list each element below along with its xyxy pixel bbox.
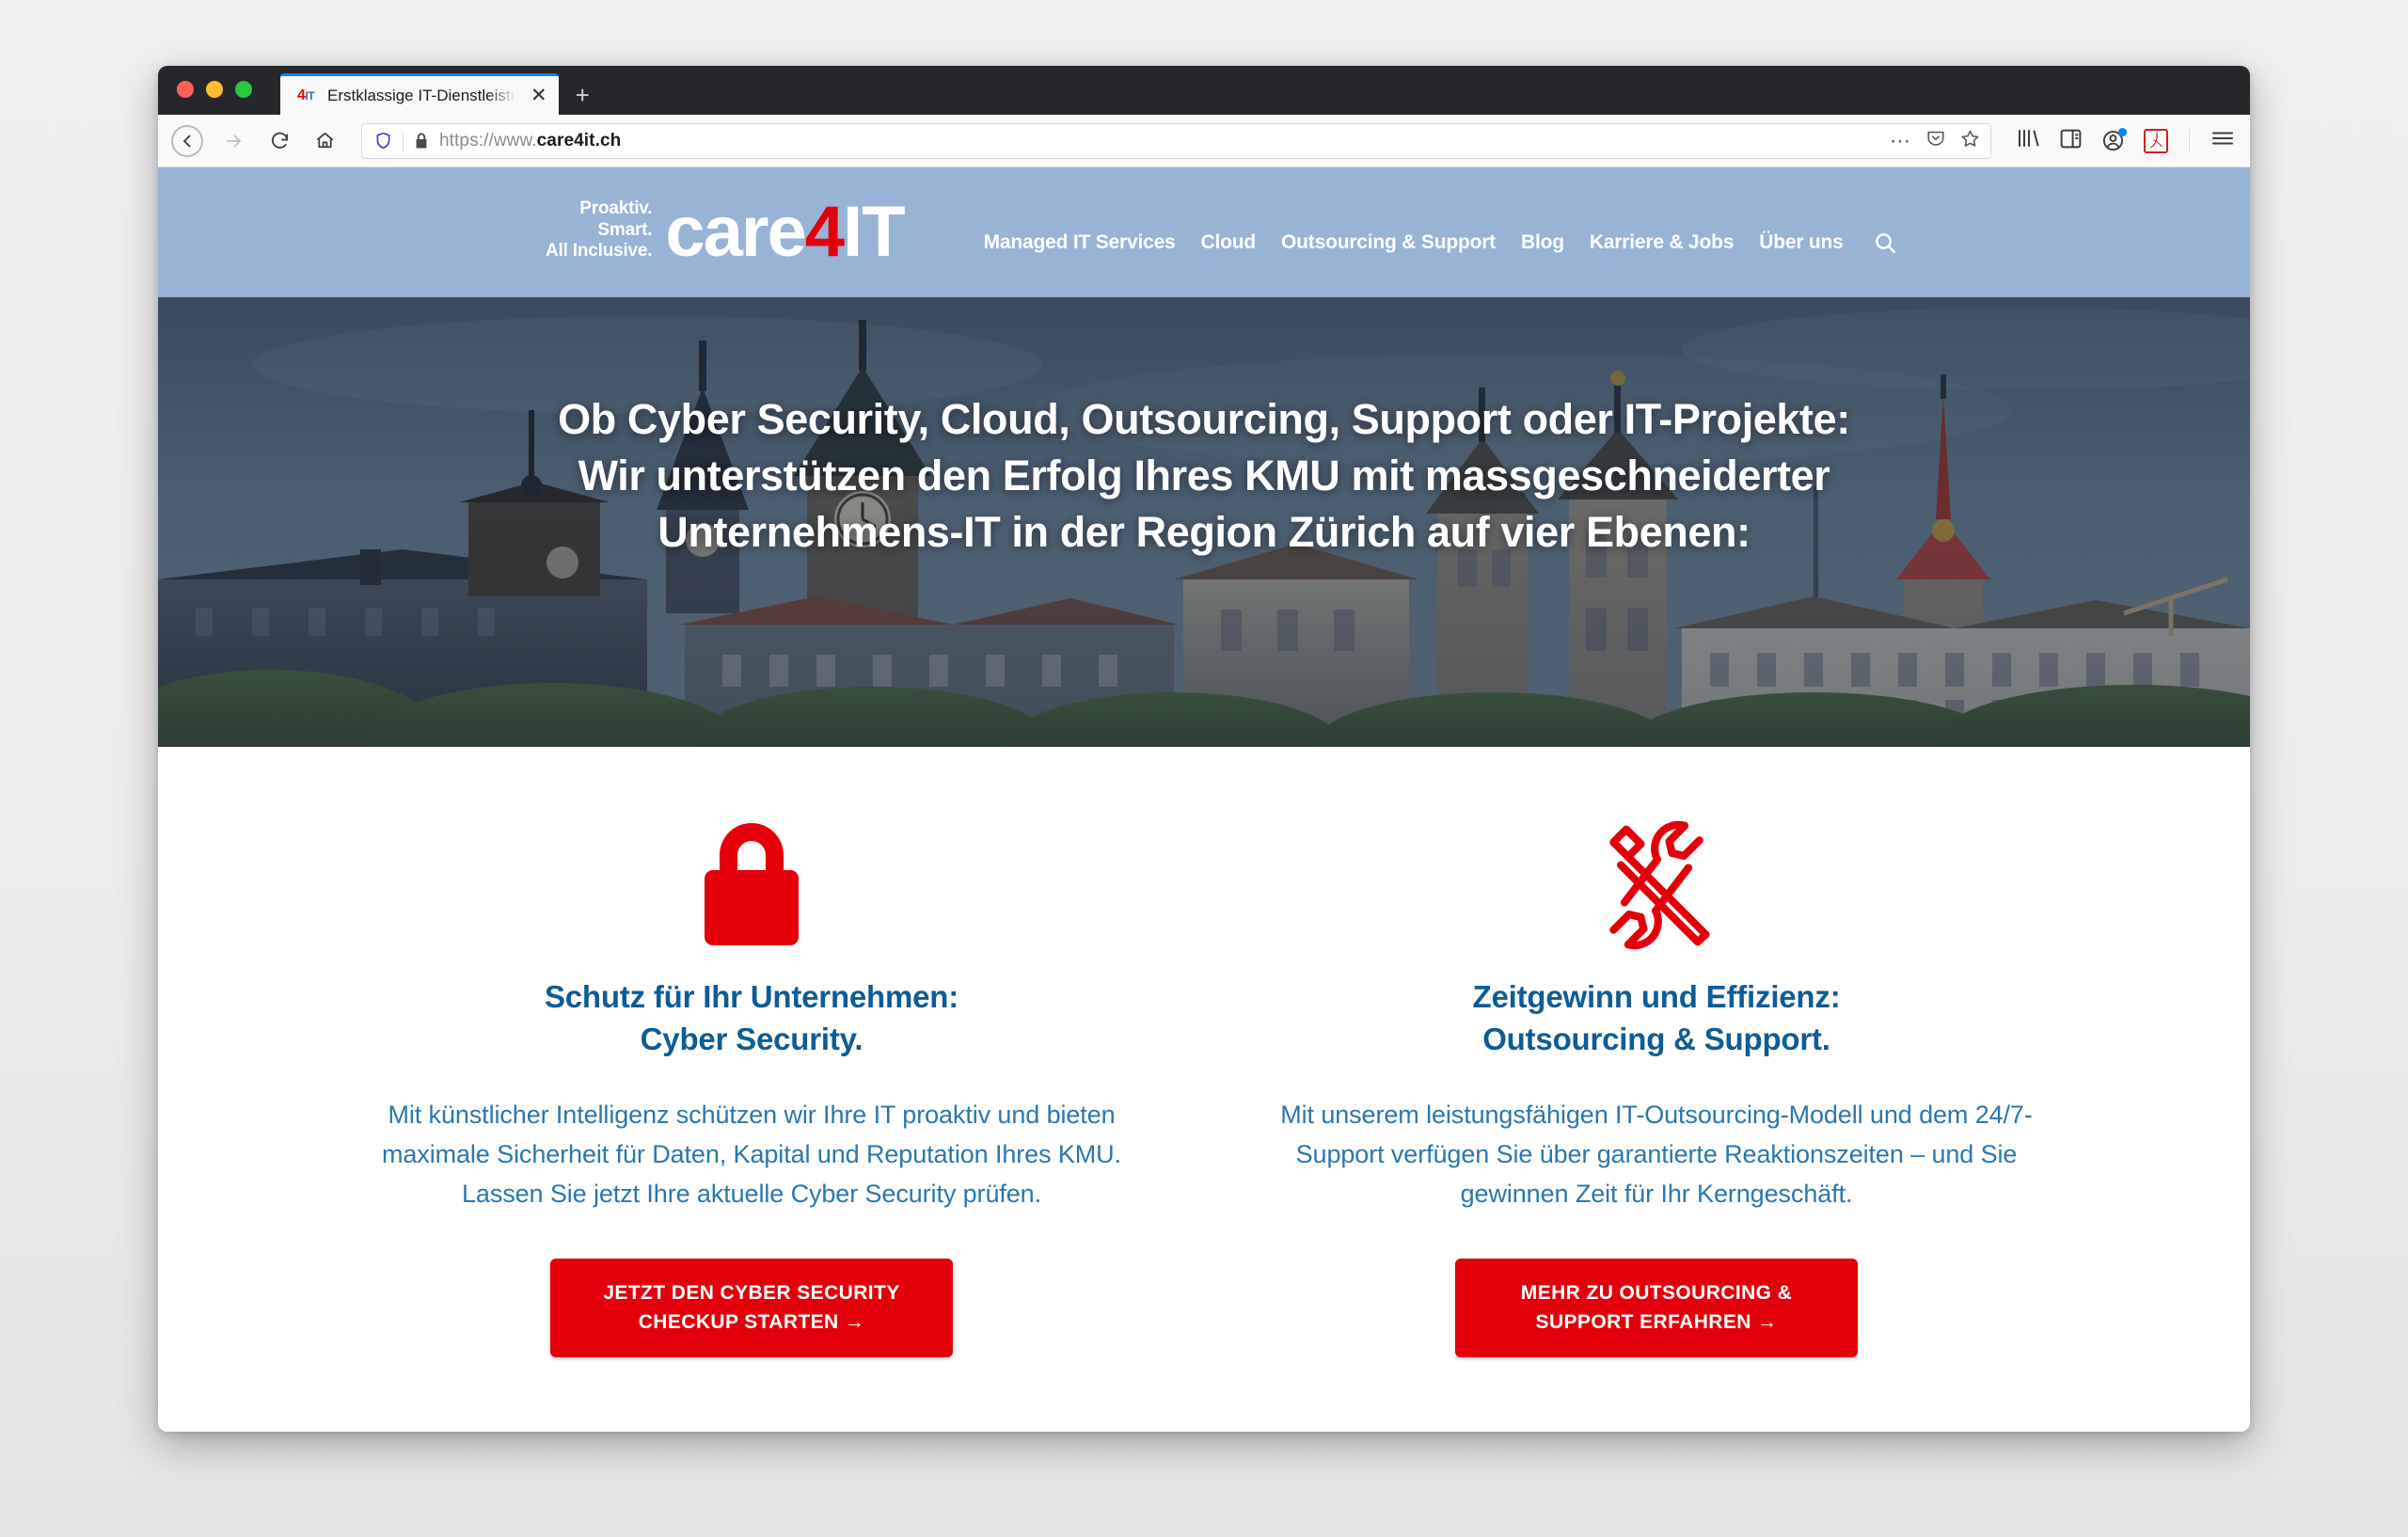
card-title-line-1: Zeitgewinn und Effizienz:	[1472, 979, 1841, 1014]
card-body-text: Mit künstlicher Intelligenz schützen wir…	[382, 1100, 1121, 1208]
tab-strip: 4IT Erstklassige IT-Dienstleistungen ✕ +	[158, 66, 2250, 115]
window-traffic-lights	[177, 66, 252, 115]
main-navigation: Managed IT Services Cloud Outsourcing & …	[984, 210, 1898, 256]
nav-item-blog[interactable]: Blog	[1521, 231, 1564, 254]
browser-window: 4IT Erstklassige IT-Dienstleistungen ✕ +	[158, 66, 2250, 1432]
library-icon[interactable]	[2016, 127, 2040, 154]
logo-word-care: care	[665, 191, 806, 272]
tagline-line-3: All Inclusive.	[546, 241, 653, 261]
logo-suffix-it: IT	[843, 191, 906, 272]
nav-item-ueber-uns[interactable]: Über uns	[1759, 231, 1844, 254]
url-divider	[403, 130, 404, 151]
site-logo[interactable]: Proaktiv. Smart. All Inclusive. care 4 IT	[546, 191, 906, 272]
logo-tagline: Proaktiv. Smart. All Inclusive.	[546, 198, 653, 265]
url-bar[interactable]: https://www.care4it.ch ⋯	[361, 122, 1991, 159]
connection-lock-icon[interactable]	[413, 132, 430, 151]
favicon-it: IT	[305, 88, 315, 103]
tab-title: Erstklassige IT-Dienstleistungen	[327, 86, 515, 104]
card-title-line-1: Schutz für Ihr Unternehmen:	[544, 979, 959, 1014]
sidebar-icon[interactable]	[2059, 128, 2083, 154]
url-scheme: https://www.	[439, 130, 537, 151]
nav-item-outsourcing-support[interactable]: Outsourcing & Support	[1281, 231, 1496, 254]
cta-line-2: CHECKUP STARTEN →	[638, 1310, 865, 1333]
back-arrow-icon[interactable]	[171, 124, 203, 157]
close-tab-icon[interactable]: ✕	[525, 86, 547, 105]
toolbar-divider	[2189, 128, 2190, 153]
hero-headline-line-3: Unternehmens-IT in der Region Zürich auf…	[657, 507, 1751, 556]
home-icon[interactable]	[305, 121, 344, 161]
reload-icon[interactable]	[260, 121, 299, 161]
cta-line-1: JETZT DEN CYBER SECURITY	[603, 1282, 900, 1305]
site-favicon-icon: 4 IT	[293, 87, 318, 105]
url-text: https://www.care4it.ch	[439, 131, 621, 151]
cta-line-2: SUPPORT ERFAHREN →	[1535, 1310, 1778, 1333]
nav-item-karriere-jobs[interactable]: Karriere & Jobs	[1590, 231, 1735, 254]
tagline-line-1: Proaktiv.	[579, 198, 653, 219]
account-icon[interactable]	[2101, 128, 2127, 152]
tracking-protection-shield-icon[interactable]	[373, 131, 393, 151]
feature-card-cyber-security: Schutz für Ihr Unternehmen: Cyber Securi…	[299, 815, 1204, 1357]
nav-item-managed-it-services[interactable]: Managed IT Services	[984, 231, 1176, 254]
hero-headline: Ob Cyber Security, Cloud, Outsourcing, S…	[158, 391, 2250, 561]
hamburger-menu-icon[interactable]	[2210, 128, 2235, 153]
star-icon[interactable]	[1959, 128, 1981, 154]
close-window-button[interactable]	[177, 81, 194, 98]
feature-card-outsourcing-support: Zeitgewinn und Effizienz: Outsourcing & …	[1204, 815, 2109, 1357]
card-title-line-2: Cyber Security.	[640, 1021, 863, 1056]
pocket-icon[interactable]	[1925, 128, 1946, 153]
search-icon[interactable]	[1873, 230, 1898, 256]
new-tab-button[interactable]: +	[576, 83, 590, 107]
page-viewport: Proaktiv. Smart. All Inclusive. care 4 IT …	[158, 167, 2250, 1432]
feature-cards-section: Schutz für Ihr Unternehmen: Cyber Securi…	[158, 747, 2250, 1357]
padlock-icon	[354, 815, 1149, 956]
hero-headline-line-2: Wir unterstützen den Erfolg Ihres KMU mi…	[578, 451, 1830, 499]
logo-wordmark: care 4 IT	[665, 191, 906, 272]
tools-icon	[1259, 815, 2054, 956]
maximize-window-button[interactable]	[235, 81, 252, 98]
cyber-security-checkup-button[interactable]: JETZT DEN CYBER SECURITY CHECKUP STARTEN…	[550, 1259, 953, 1357]
minimize-window-button[interactable]	[206, 81, 223, 98]
favicon-4: 4	[296, 87, 306, 103]
forward-arrow-icon[interactable]	[214, 121, 254, 161]
nav-item-cloud[interactable]: Cloud	[1201, 231, 1257, 254]
pdf-extension-icon[interactable]	[2144, 128, 2168, 153]
card-body-text: Mit unserem leistungsfähigen IT-Outsourc…	[1280, 1100, 2033, 1208]
browser-toolbar: https://www.care4it.ch ⋯	[158, 115, 2250, 167]
toolbar-right-icons	[2010, 127, 2235, 154]
tagline-line-2: Smart.	[597, 219, 653, 240]
account-notification-badge	[2118, 128, 2127, 136]
card-title: Schutz für Ihr Unternehmen: Cyber Securi…	[354, 976, 1149, 1061]
logo-number-4: 4	[804, 191, 845, 272]
page-actions-icon[interactable]: ⋯	[1890, 130, 1912, 151]
hero-headline-line-1: Ob Cyber Security, Cloud, Outsourcing, S…	[558, 395, 1850, 443]
outsourcing-support-button[interactable]: MEHR ZU OUTSOURCING & SUPPORT ERFAHREN →	[1455, 1259, 1858, 1357]
card-title: Zeitgewinn und Effizienz: Outsourcing & …	[1259, 976, 2054, 1061]
browser-tab[interactable]: 4IT Erstklassige IT-Dienstleistungen ✕	[280, 73, 559, 115]
hero-banner: Ob Cyber Security, Cloud, Outsourcing, S…	[158, 297, 2250, 747]
cta-line-1: MEHR ZU OUTSOURCING &	[1520, 1282, 1793, 1305]
site-header: Proaktiv. Smart. All Inclusive. care 4 IT …	[158, 167, 2250, 297]
url-domain: care4it.ch	[536, 130, 622, 151]
card-title-line-2: Outsourcing & Support.	[1482, 1021, 1830, 1056]
